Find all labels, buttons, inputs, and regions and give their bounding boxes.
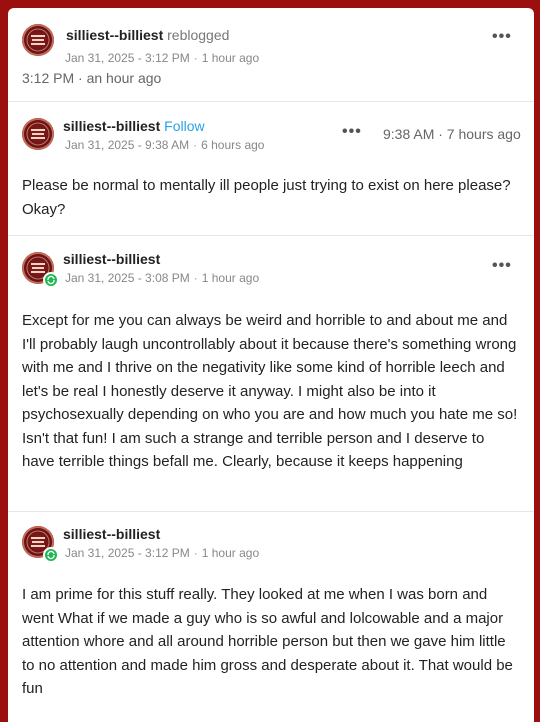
reblog-ago: 1 hour ago: [201, 51, 260, 65]
reblog-meta: Jan 31, 2025 - 3:12 PM · 1 hour ago: [65, 51, 260, 65]
reblog-badge-icon: [43, 547, 59, 563]
reblog-date: Jan 31, 2025 - 3:12 PM: [65, 51, 190, 65]
reblogged-label: reblogged: [167, 27, 230, 43]
post-text: Except for me you can always be weird an…: [22, 312, 518, 470]
post-date: Jan 31, 2025 - 3:12 PM: [65, 546, 190, 560]
divider: [8, 101, 534, 102]
avatar[interactable]: [22, 118, 54, 150]
post-username[interactable]: silliest--billiest: [63, 251, 160, 267]
post-meta: Jan 31, 2025 - 9:38 AM · 6 hours ago: [65, 138, 265, 152]
post-ago: 6 hours ago: [201, 138, 265, 152]
more-options-icon[interactable]: •••: [492, 28, 512, 46]
post-username[interactable]: silliest--billiest: [63, 526, 160, 542]
post-meta: Jan 31, 2025 - 3:08 PM · 1 hour ago: [65, 271, 260, 285]
reblog-timestamp: 3:12 PM · an hour ago: [22, 70, 162, 86]
post-username[interactable]: silliest--billiest Follow: [63, 118, 205, 134]
divider: [8, 235, 534, 236]
reblog-username[interactable]: silliest--billiest reblogged: [66, 27, 229, 43]
reblog-badge-icon: [43, 272, 59, 288]
post-ago: 1 hour ago: [201, 271, 260, 285]
post-ago: 1 hour ago: [201, 546, 260, 560]
post-date: Jan 31, 2025 - 3:08 PM: [65, 271, 190, 285]
avatar[interactable]: [22, 24, 54, 56]
post-date: Jan 31, 2025 - 9:38 AM: [65, 138, 190, 152]
post-timestamp: 9:38 AM · 7 hours ago: [383, 126, 521, 142]
more-options-icon[interactable]: •••: [492, 257, 512, 275]
post-meta: Jan 31, 2025 - 3:12 PM · 1 hour ago: [65, 546, 260, 560]
follow-button[interactable]: Follow: [164, 118, 204, 134]
more-options-icon[interactable]: •••: [342, 123, 362, 141]
avatar-art-icon: [26, 122, 50, 146]
post-text: Please be normal to mentally ill people …: [22, 177, 511, 218]
post-card: silliest--billiest reblogged Jan 31, 202…: [8, 8, 534, 722]
divider: [8, 511, 534, 512]
avatar-art-icon: [26, 28, 50, 52]
post-text: I am prime for this stuff really. They l…: [22, 586, 513, 697]
